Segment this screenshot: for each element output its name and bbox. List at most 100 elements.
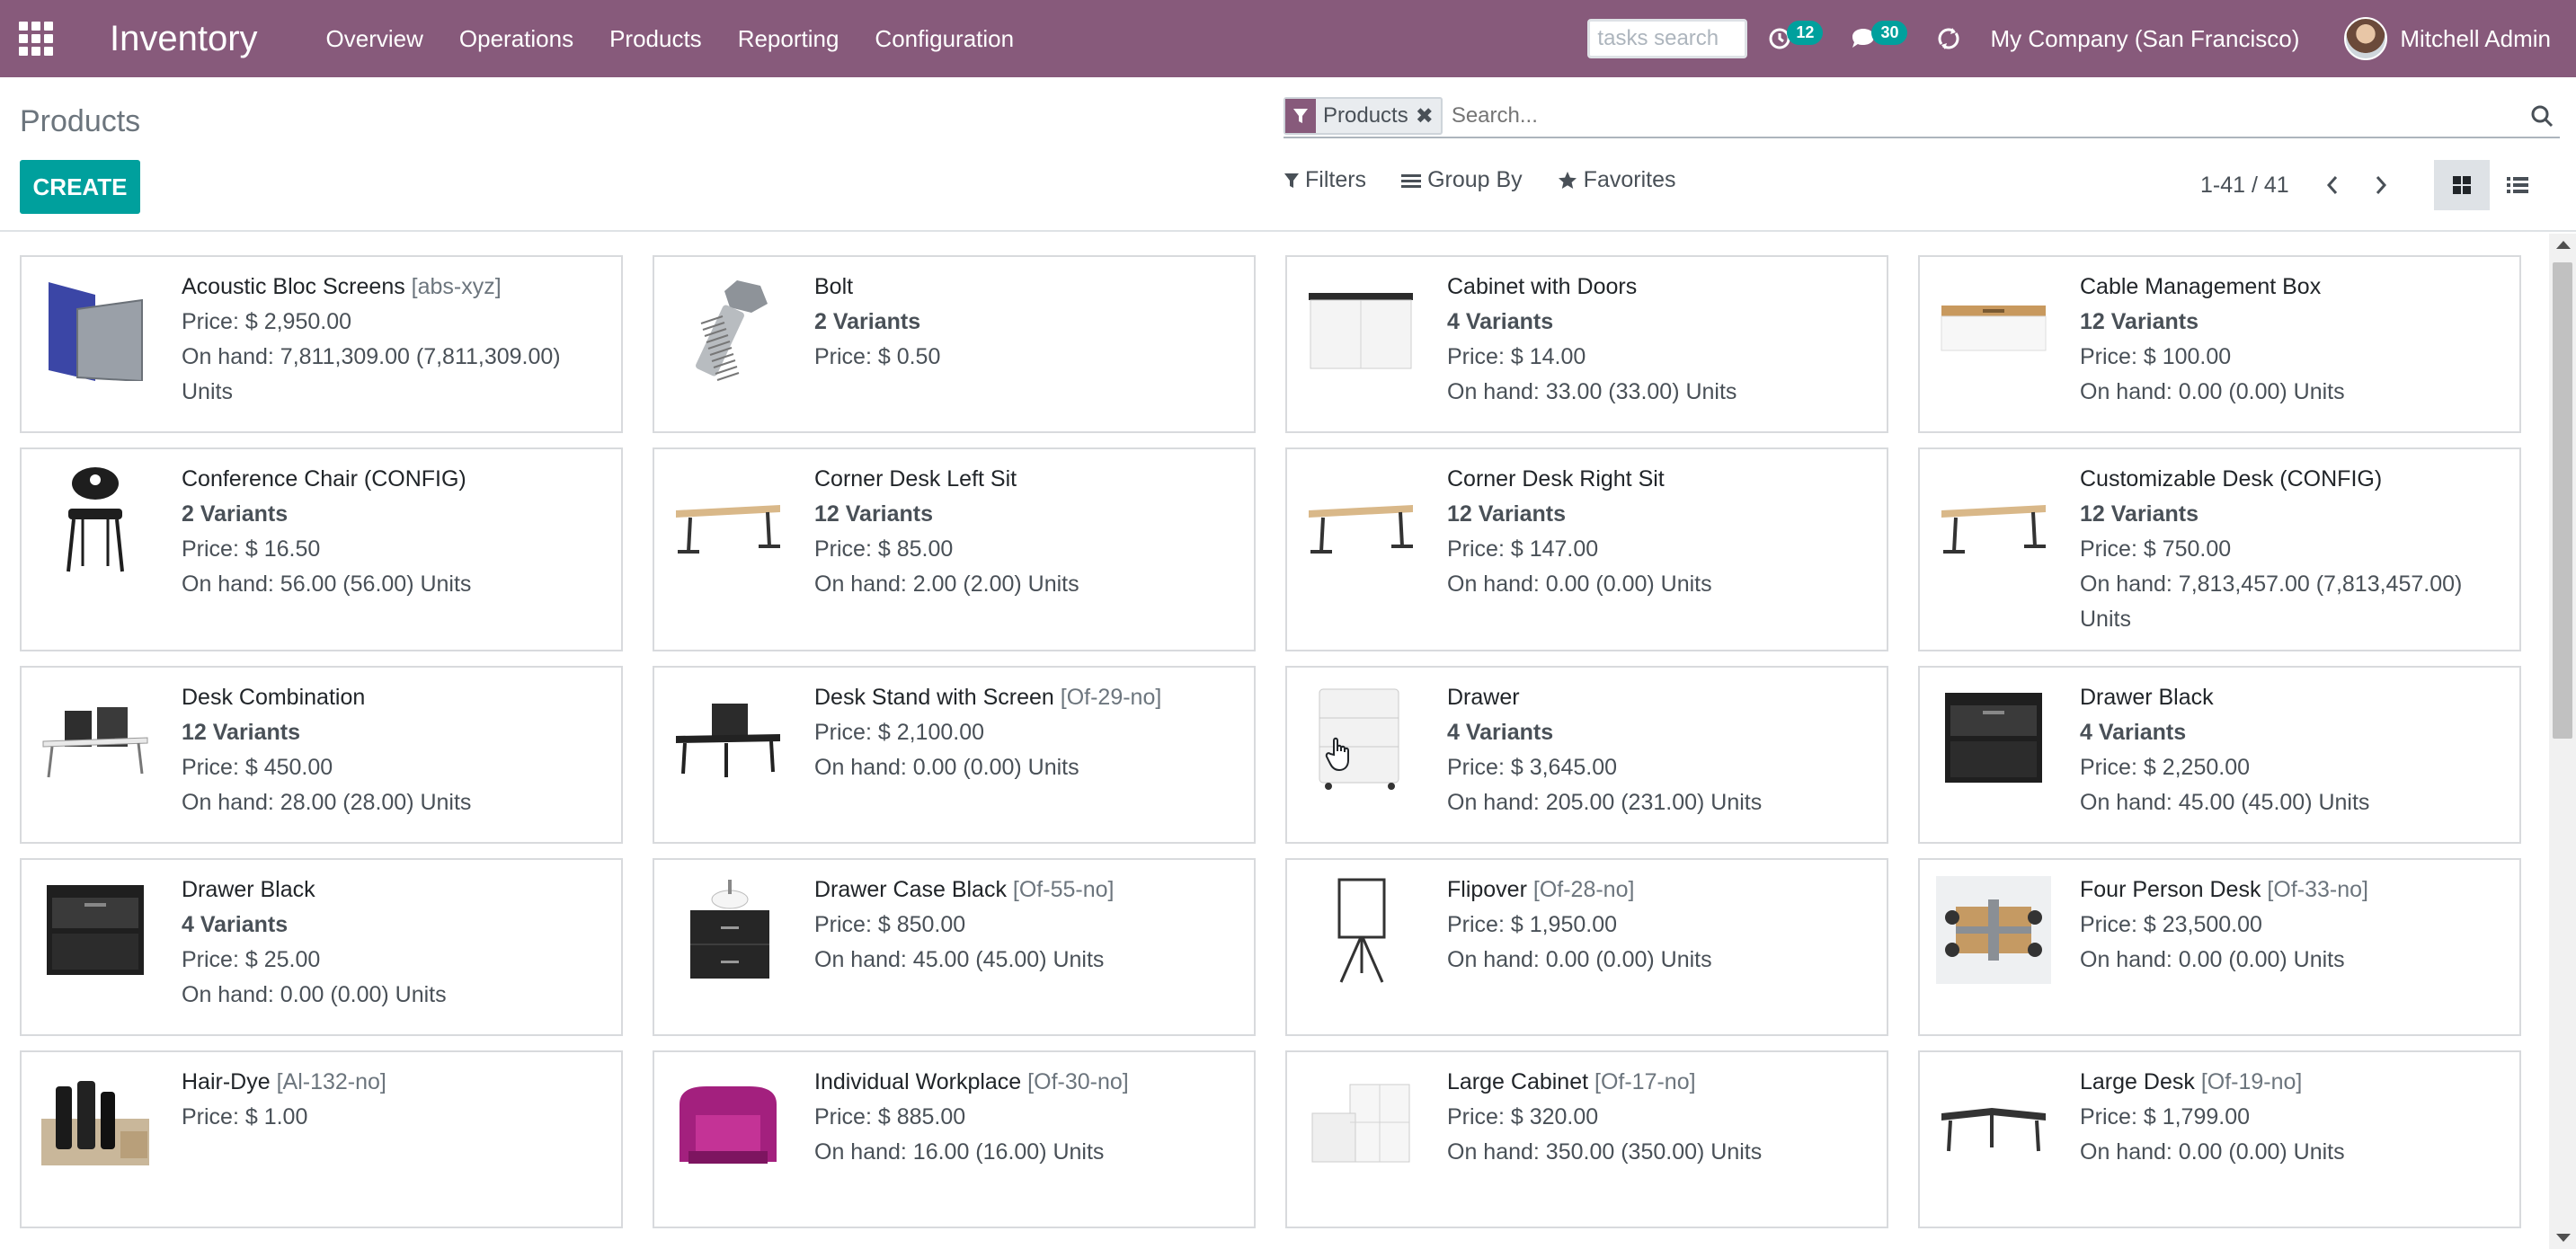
product-card[interactable]: Corner Desk Left Sit 12 Variants Price: $ …: [653, 447, 1256, 651]
product-card[interactable]: Large Desk [Of-19-no] Price: $ 1,799.00 On…: [1918, 1050, 2521, 1228]
product-card[interactable]: Desk Stand with Screen [Of-29-no] Price: …: [653, 666, 1256, 844]
product-variants: 4 Variants: [182, 912, 289, 937]
apps-menu-icon[interactable]: [18, 21, 54, 57]
product-title: Corner Desk Right Sit: [1447, 462, 1712, 497]
product-price: Price: $ 1,799.00: [2080, 1104, 2251, 1129]
filters-dropdown[interactable]: Filters: [1284, 167, 1366, 193]
group-by-dropdown[interactable]: Group By: [1400, 167, 1523, 193]
product-price: Price: $ 16.50: [182, 536, 321, 562]
product-name: Cable Management Box: [2080, 274, 2322, 299]
product-on-hand: On hand: 45.00 (45.00) Units: [2080, 790, 2370, 815]
scroll-up-arrow[interactable]: [2556, 241, 2571, 249]
pager-value[interactable]: 1-41 / 41: [2200, 173, 2289, 199]
create-button[interactable]: CREATE: [20, 160, 140, 214]
filters-label: Filters: [1305, 167, 1367, 192]
list-icon: [2507, 177, 2528, 193]
product-title: Hair-Dye [Al-132-no]: [182, 1065, 386, 1100]
menu-reporting[interactable]: Reporting: [738, 25, 839, 53]
product-on-hand: On hand: 28.00 (28.00) Units: [182, 790, 472, 815]
product-price: Price: $ 1.00: [182, 1104, 308, 1129]
menu-products[interactable]: Products: [609, 25, 702, 53]
product-on-hand: On hand: 45.00 (45.00) Units: [814, 947, 1105, 972]
product-card[interactable]: Customizable Desk (CONFIG) 12 Variants Pri…: [1918, 447, 2521, 651]
menu-overview[interactable]: Overview: [326, 25, 423, 53]
product-name: Drawer Black: [2080, 685, 2214, 710]
messages-button[interactable]: 30: [1850, 20, 1908, 51]
cabinet-image: [1303, 270, 1418, 385]
chair-image: [38, 462, 153, 577]
scroll-thumb[interactable]: [2553, 262, 2572, 739]
tasks-search-input[interactable]: tasks search: [1587, 19, 1748, 58]
product-card[interactable]: Large Cabinet [Of-17-no] Price: $ 320.00 O…: [1285, 1050, 1888, 1228]
favorites-label: Favorites: [1583, 167, 1676, 192]
product-price: Price: $ 85.00: [814, 536, 954, 562]
product-name: Conference Chair (CONFIG): [182, 466, 466, 492]
acoustic-screens-image: [38, 270, 153, 385]
pager: 1-41 / 41: [2200, 167, 2412, 203]
product-on-hand: On hand: 0.00 (0.00) Units: [1447, 571, 1712, 597]
search-facet: Products ✖: [1284, 97, 1443, 135]
product-card[interactable]: Individual Workplace [Of-30-no] Price: $ …: [653, 1050, 1256, 1228]
product-info: Customizable Desk (CONFIG) 12 Variants Pri…: [2080, 462, 2503, 637]
product-card[interactable]: Bolt 2 Variants Price: $ 0.50: [653, 255, 1256, 433]
product-card[interactable]: Cable Management Box 12 Variants Price: $ …: [1918, 255, 2521, 433]
product-card[interactable]: Desk Combination 12 Variants Price: $ 450.…: [20, 666, 623, 844]
product-title: Acoustic Bloc Screens [abs-xyz]: [182, 270, 605, 305]
product-card[interactable]: Flipover [Of-28-no] Price: $ 1,950.00 On h…: [1285, 858, 1888, 1036]
product-card[interactable]: Drawer Black 4 Variants Price: $ 25.00 On h…: [20, 858, 623, 1036]
kanban-view-button[interactable]: [2434, 160, 2490, 210]
product-title: Conference Chair (CONFIG): [182, 462, 471, 497]
product-on-hand: On hand: 0.00 (0.00) Units: [1447, 947, 1712, 972]
product-variants: 2 Variants: [182, 501, 289, 527]
product-card[interactable]: Cabinet with Doors 4 Variants Price: $ 14.…: [1285, 255, 1888, 433]
product-info: Corner Desk Right Sit 12 Variants Price: $…: [1447, 462, 1712, 637]
activity-button[interactable]: 12: [1767, 20, 1824, 51]
product-card[interactable]: Acoustic Bloc Screens [abs-xyz] Price: $ …: [20, 255, 623, 433]
scroll-down-arrow[interactable]: [2556, 1234, 2571, 1242]
list-view-button[interactable]: [2490, 160, 2545, 210]
product-reference: [Of-28-no]: [1532, 877, 1635, 902]
product-card[interactable]: Corner Desk Right Sit 12 Variants Price: $…: [1285, 447, 1888, 651]
favorites-dropdown[interactable]: Favorites: [1557, 167, 1676, 193]
menu-configuration[interactable]: Configuration: [875, 25, 1014, 53]
company-switcher[interactable]: My Company (San Francisco): [1990, 25, 2299, 53]
scrollbar[interactable]: [2549, 234, 2576, 1249]
product-info: Conference Chair (CONFIG) 2 Variants Price…: [182, 462, 471, 637]
large-cabinet-image: [1303, 1065, 1418, 1180]
pager-next-button[interactable]: [2363, 167, 2399, 203]
product-title: Large Cabinet [Of-17-no]: [1447, 1065, 1762, 1100]
product-info: Drawer Case Black [Of-55-no] Price: $ 850…: [814, 873, 1114, 1022]
product-title: Corner Desk Left Sit: [814, 462, 1079, 497]
product-reference: [Al-132-no]: [276, 1069, 386, 1094]
user-menu[interactable]: Mitchell Admin: [2400, 25, 2551, 53]
product-name: Large Cabinet: [1447, 1069, 1589, 1094]
product-on-hand: On hand: 0.00 (0.00) Units: [182, 982, 447, 1007]
product-card[interactable]: Drawer 4 Variants Price: $ 3,645.00 On hand…: [1285, 666, 1888, 844]
search-bar: Products ✖: [1284, 95, 2560, 138]
product-on-hand: On hand: 0.00 (0.00) Units: [814, 755, 1079, 780]
product-card[interactable]: Hair-Dye [Al-132-no] Price: $ 1.00: [20, 1050, 623, 1228]
user-avatar[interactable]: [2344, 17, 2388, 60]
product-card[interactable]: Drawer Black 4 Variants Price: $ 2,250.00 O…: [1918, 666, 2521, 844]
product-price: Price: $ 450.00: [182, 755, 333, 780]
facet-remove-icon[interactable]: ✖: [1416, 103, 1441, 129]
product-card[interactable]: Four Person Desk [Of-33-no] Price: $ 23,5…: [1918, 858, 2521, 1036]
product-name: Corner Desk Right Sit: [1447, 466, 1665, 492]
menu-operations[interactable]: Operations: [459, 25, 573, 53]
product-title: Flipover [Of-28-no]: [1447, 873, 1712, 908]
search-icon[interactable]: [2524, 98, 2560, 134]
product-title: Drawer Black: [182, 873, 447, 908]
product-info: Drawer Black 4 Variants Price: $ 25.00 On h…: [182, 873, 447, 1022]
desk-screen-image: [671, 680, 786, 795]
message-count-badge: 30: [1871, 20, 1908, 45]
pager-previous-button[interactable]: [2314, 167, 2350, 203]
product-variants: 12 Variants: [1447, 501, 1567, 527]
product-card[interactable]: Drawer Case Black [Of-55-no] Price: $ 850…: [653, 858, 1256, 1036]
product-name: Hair-Dye: [182, 1069, 271, 1094]
product-on-hand: On hand: 0.00 (0.00) Units: [2080, 379, 2345, 404]
app-brand[interactable]: Inventory: [110, 19, 258, 59]
refresh-button[interactable]: [1934, 24, 1963, 53]
search-input[interactable]: [1451, 98, 2524, 134]
product-name: Desk Stand with Screen: [814, 685, 1054, 710]
product-card[interactable]: Conference Chair (CONFIG) 2 Variants Price…: [20, 447, 623, 651]
